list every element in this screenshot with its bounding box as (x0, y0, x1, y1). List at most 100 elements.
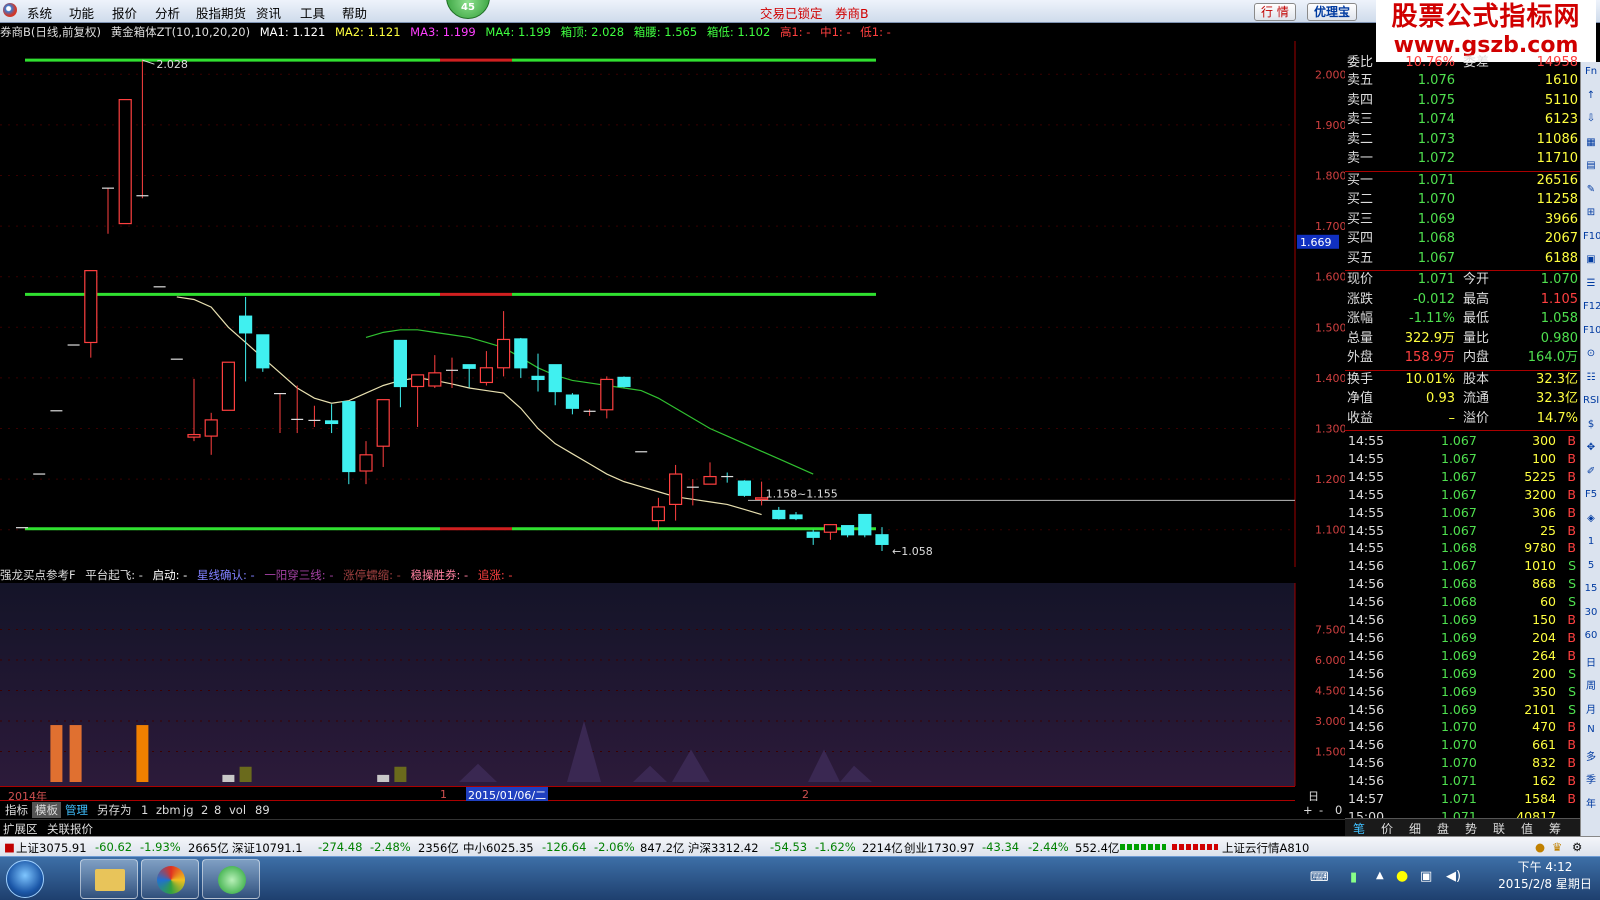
toolbar-button-icon[interactable]: 季 (1583, 771, 1599, 786)
cloud-quote-label[interactable]: 上证云行情A810 (1222, 840, 1309, 856)
tab-zbm[interactable]: zbm (153, 802, 184, 818)
sell-level-row[interactable]: 卖一 1.072 11710 (1345, 150, 1580, 169)
reset-button[interactable]: 0 (1332, 802, 1345, 818)
toolbar-button-icon[interactable]: 5 (1583, 560, 1599, 571)
system-clock[interactable]: 下午 4:12 2015/2/8 星期日 (1495, 859, 1595, 893)
toolbar-button-icon[interactable]: Fn (1583, 66, 1599, 77)
keyboard-icon[interactable]: ⌨ (1310, 870, 1329, 885)
toolbar-button-icon[interactable]: 日 (1583, 654, 1599, 669)
toolbar-button-icon[interactable]: 月 (1583, 701, 1599, 716)
toolbar-button-icon[interactable]: 多 (1583, 748, 1599, 763)
zx-index[interactable]: 中小6025.35 (463, 840, 534, 856)
toolbar-button-icon[interactable]: ⇩ (1583, 113, 1599, 124)
sell-level-row[interactable]: 卖四 1.075 5110 (1345, 92, 1580, 111)
toolbar-button-icon[interactable]: ⊞ (1583, 207, 1599, 218)
toolbar-button-icon[interactable]: ▤ (1583, 160, 1599, 171)
youlibao-button[interactable]: 优理宝 (1307, 3, 1358, 21)
sh-index[interactable]: 上证3075.91 (16, 840, 87, 856)
toolbar-button-icon[interactable]: ⊙ (1583, 348, 1599, 359)
toolbar-button-icon[interactable]: ✥ (1583, 442, 1599, 453)
toolbar-button-icon[interactable]: F10 (1583, 231, 1600, 242)
toolbar-button-icon[interactable]: F12 (1583, 301, 1600, 312)
toolbar-button-icon[interactable]: 30 (1583, 607, 1599, 618)
toolbar-button-icon[interactable]: ▦ (1583, 137, 1599, 148)
toolbar-button-icon[interactable]: 周 (1583, 677, 1599, 692)
quote-tab[interactable]: 盘 (1437, 820, 1449, 837)
menu-tools[interactable]: 工具 (300, 3, 325, 22)
notification-badge[interactable]: 45 (446, 0, 490, 19)
tab-vol[interactable]: vol (226, 802, 249, 818)
battery-icon[interactable]: ▮ (1350, 870, 1357, 885)
volume-chart[interactable]: 7.500 6.000 4.500 3.000 1.500 (0, 583, 1345, 786)
quote-button[interactable]: 行 情 (1254, 3, 1296, 21)
hs-index[interactable]: 沪深3312.42 (688, 840, 759, 856)
kline-chart[interactable]: 2.000 1.900 1.800 1.700 1.600 1.500 1.400 1.300… (0, 41, 1345, 567)
toolbar-button-icon[interactable]: ☰ (1583, 278, 1599, 289)
toolbar-button-icon[interactable]: F10 (1583, 325, 1600, 336)
tab-save-as[interactable]: 另存为 (94, 802, 135, 818)
extension-area-tab[interactable]: 扩展区 (3, 821, 38, 837)
trophy-icon[interactable]: ♛ (1552, 840, 1562, 854)
toolbar-button-icon[interactable]: 60 (1583, 630, 1599, 641)
explorer-taskbar-icon[interactable] (80, 859, 138, 899)
quote-tab[interactable]: 势 (1465, 820, 1477, 837)
toolbar-button-icon[interactable]: 1 (1583, 536, 1599, 547)
menu-analysis[interactable]: 分析 (155, 3, 180, 22)
buy-level-row[interactable]: 买三 1.069 3966 (1345, 211, 1580, 230)
trading-app-taskbar-icon[interactable] (202, 859, 260, 899)
menu-news[interactable]: 资讯 (256, 3, 281, 22)
quote-tab[interactable]: 细 (1409, 820, 1421, 837)
toolbar-button-icon[interactable]: ▣ (1583, 254, 1599, 265)
tab-manage[interactable]: 管理 (62, 802, 91, 818)
toolbar-button-icon[interactable]: 15 (1583, 583, 1599, 594)
toolbar-button-icon[interactable]: ☷ (1583, 372, 1599, 383)
menu-function[interactable]: 功能 (69, 3, 94, 22)
toolbar-button-icon[interactable]: F5 (1583, 489, 1599, 500)
quote-tab[interactable]: 值 (1521, 820, 1533, 837)
quote-tab[interactable]: 价 (1381, 820, 1393, 837)
zoom-in-button[interactable]: + (1300, 802, 1316, 818)
tab-jg[interactable]: jg (180, 802, 197, 818)
toolbar-button-icon[interactable]: $ (1583, 419, 1599, 430)
menu-futures[interactable]: 股指期货 (196, 3, 246, 22)
buy-level-row[interactable]: 买四 1.068 2067 (1345, 230, 1580, 249)
menu-system[interactable]: 系统 (27, 3, 52, 22)
buy-level-row[interactable]: 买五 1.067 6188 (1345, 250, 1580, 269)
toolbar-button-icon[interactable]: 年 (1583, 795, 1599, 810)
trade-lock-status: 交易已锁定 (760, 6, 823, 21)
network-icon[interactable]: ▣ (1420, 869, 1432, 884)
coin-icon[interactable]: ● (1535, 840, 1545, 854)
sell-level-row[interactable]: 卖五 1.076 1610 (1345, 72, 1580, 91)
sz-index[interactable]: 深证10791.1 (232, 840, 303, 856)
tray-expand-icon[interactable]: ▲ (1376, 870, 1384, 881)
browser-taskbar-icon[interactable] (141, 859, 199, 899)
menu-quote[interactable]: 报价 (112, 3, 137, 22)
zoom-out-button[interactable]: - (1316, 802, 1326, 818)
sell-level-row[interactable]: 卖三 1.074 6123 (1345, 111, 1580, 130)
volume-icon[interactable]: ◀) (1446, 869, 1461, 884)
toolbar-button-icon[interactable]: RSI (1583, 395, 1599, 406)
related-quote-tab[interactable]: 关联报价 (47, 821, 93, 837)
toolbar-button-icon[interactable]: N (1583, 724, 1599, 735)
tab-1[interactable]: 1 (138, 802, 151, 818)
buy-level-row[interactable]: 买二 1.070 11258 (1345, 191, 1580, 210)
toolbar-button-icon[interactable]: ◈ (1583, 513, 1599, 524)
tab-8[interactable]: 8 (211, 802, 224, 818)
tab-89[interactable]: 89 (252, 802, 273, 818)
quote-tab[interactable]: 筹 (1549, 820, 1561, 837)
settings-icon[interactable]: ⚙ (1572, 840, 1582, 854)
quote-tab[interactable]: 笔 (1353, 820, 1365, 837)
toolbar-button-icon[interactable]: ↑ (1583, 90, 1599, 101)
buy-level-row[interactable]: 买一 1.071 26516 (1345, 172, 1580, 191)
start-button[interactable] (6, 860, 44, 898)
tray-app-icon[interactable]: ● (1396, 868, 1408, 884)
quote-tab[interactable]: 联 (1493, 820, 1505, 837)
toolbar-button-icon[interactable]: ✐ (1583, 466, 1599, 477)
tab-template[interactable]: 模板 (32, 802, 61, 818)
tab-indicator[interactable]: 指标 (2, 802, 31, 818)
toolbar-button-icon[interactable]: ✎ (1583, 184, 1599, 195)
tab-2[interactable]: 2 (198, 802, 211, 818)
cy-index[interactable]: 创业1730.97 (904, 840, 975, 856)
sell-level-row[interactable]: 卖二 1.073 11086 (1345, 131, 1580, 150)
menu-help[interactable]: 帮助 (342, 3, 367, 22)
